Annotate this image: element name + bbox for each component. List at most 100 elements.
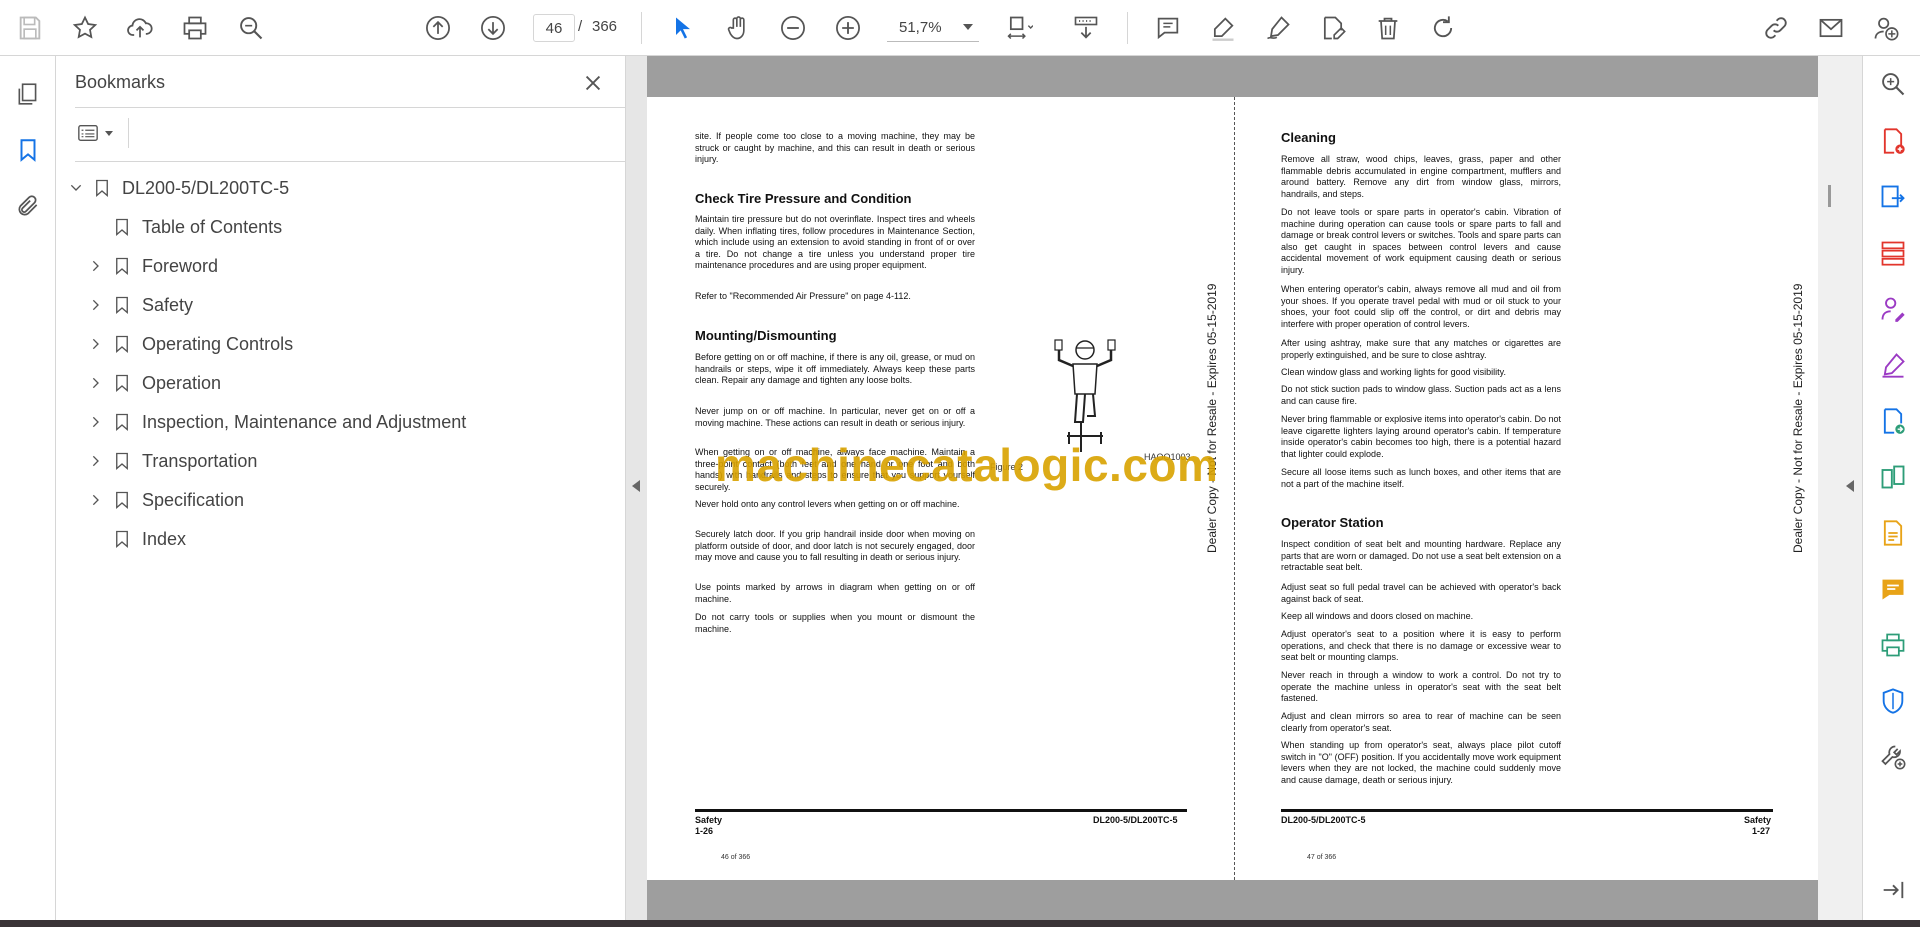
- toolbar-divider: [1127, 12, 1128, 44]
- comment-icon[interactable]: [1150, 10, 1186, 46]
- bookmark-item-operating-controls[interactable]: Operating Controls: [86, 327, 293, 361]
- comment-tool-icon[interactable]: [1877, 573, 1909, 605]
- print-icon[interactable]: [177, 10, 213, 46]
- protect-shield-icon[interactable]: [1877, 685, 1909, 717]
- bookmark-icon: [112, 215, 132, 239]
- chevron-down-icon[interactable]: [66, 178, 86, 198]
- add-user-icon[interactable]: [1868, 10, 1904, 46]
- compare-files-icon[interactable]: [1877, 461, 1909, 493]
- left-navigation-rail: [0, 56, 56, 920]
- scan-ocr-icon[interactable]: [1877, 517, 1909, 549]
- right-paragraph: Inspect condition of seat belt and mount…: [1281, 539, 1561, 572]
- vertical-scrollbar[interactable]: [1818, 56, 1862, 920]
- chevron-right-icon[interactable]: [86, 451, 106, 471]
- next-page-icon[interactable]: [475, 10, 511, 46]
- chevron-right-icon[interactable]: [86, 490, 106, 510]
- previous-page-icon[interactable]: [420, 10, 456, 46]
- fill-and-sign-icon[interactable]: [1877, 349, 1909, 381]
- scrollbar-thumb[interactable]: [1828, 185, 1831, 207]
- zoom-search-icon[interactable]: [233, 10, 269, 46]
- chevron-right-icon[interactable]: [86, 295, 106, 315]
- left-side-notice: Dealer Copy - Not for Resale - Expires 0…: [1205, 283, 1219, 553]
- right-paragraph: When entering operator's cabin, always r…: [1281, 284, 1561, 329]
- upload-cloud-icon[interactable]: [122, 10, 158, 46]
- share-link-icon[interactable]: [1758, 10, 1794, 46]
- bookmark-item-inspection[interactable]: Inspection, Maintenance and Adjustment: [86, 405, 466, 439]
- bookmark-item-safety[interactable]: Safety: [86, 288, 193, 322]
- attachment-icon[interactable]: [10, 188, 46, 224]
- zoom-in-icon[interactable]: [830, 10, 866, 46]
- page-number-input[interactable]: [533, 14, 575, 42]
- trash-icon[interactable]: [1370, 10, 1406, 46]
- edit-document-icon[interactable]: [1315, 10, 1351, 46]
- taskbar-edge: [0, 920, 1920, 927]
- bookmark-label: Foreword: [142, 255, 219, 276]
- bookmark-label: Safety: [142, 294, 194, 315]
- draw-signature-icon[interactable]: [1260, 10, 1296, 46]
- scroll-mode-icon[interactable]: [1068, 10, 1104, 46]
- zoom-search-icon[interactable]: [1877, 68, 1909, 100]
- bookmark-item-index[interactable]: Index: [86, 522, 186, 556]
- right-footer-page: 1-27: [1752, 826, 1771, 836]
- tools-rail: [1862, 56, 1920, 920]
- rotate-icon[interactable]: [1425, 10, 1461, 46]
- collapse-tools-icon[interactable]: [1877, 874, 1909, 906]
- bookmark-item-operation[interactable]: Operation: [86, 366, 221, 400]
- bookmark-item-foreword[interactable]: Foreword: [86, 249, 218, 283]
- right-heading-cleaning: Cleaning: [1281, 130, 1336, 145]
- right-paragraph: Adjust and clean mirrors so area to rear…: [1281, 711, 1561, 733]
- bookmark-panel-icon[interactable]: [10, 132, 46, 168]
- chevron-down-icon: [963, 24, 973, 30]
- right-paragraph: When standing up from operator's seat, a…: [1281, 740, 1561, 785]
- zoom-out-icon[interactable]: [775, 10, 811, 46]
- save-icon[interactable]: [12, 10, 48, 46]
- hand-tool-icon[interactable]: [720, 10, 756, 46]
- left-paragraph: Refer to "Recommended Air Pressure" on p…: [695, 291, 911, 301]
- organize-pages-icon[interactable]: [1877, 237, 1909, 269]
- toolbar-divider: [128, 118, 129, 148]
- bookmark-icon: [112, 371, 132, 395]
- star-icon[interactable]: [67, 10, 103, 46]
- bookmark-options-button[interactable]: [75, 118, 119, 148]
- request-signatures-icon[interactable]: [1877, 293, 1909, 325]
- print-production-icon[interactable]: [1877, 629, 1909, 661]
- chevron-right-icon[interactable]: [86, 373, 106, 393]
- export-pdf-icon[interactable]: [1877, 181, 1909, 213]
- email-icon[interactable]: [1813, 10, 1849, 46]
- left-footer-model: DL200-5/DL200TC-5: [1093, 815, 1178, 825]
- zoom-level-dropdown[interactable]: 51,7%: [887, 14, 979, 42]
- right-paragraph: Secure all loose items such as lunch box…: [1281, 467, 1561, 489]
- left-paragraph: Never hold onto any control levers when …: [695, 499, 960, 509]
- collapse-left-panel-icon[interactable]: [632, 480, 640, 492]
- panel-divider: [75, 161, 665, 162]
- bookmark-item-root[interactable]: DL200-5/DL200TC-5: [66, 171, 289, 205]
- chevron-right-icon[interactable]: [86, 256, 106, 276]
- page-separator: /: [578, 18, 583, 35]
- collapse-right-panel-icon[interactable]: [1846, 480, 1854, 492]
- bookmark-item-specification[interactable]: Specification: [86, 483, 244, 517]
- fit-page-icon[interactable]: [1001, 10, 1037, 46]
- close-panel-button[interactable]: [578, 68, 608, 98]
- right-paragraph: Never reach in through a window to work …: [1281, 670, 1561, 703]
- right-page-of: 47 of 366: [1307, 854, 1337, 861]
- highlight-pen-icon[interactable]: [1205, 10, 1241, 46]
- bookmark-item-table-of-contents[interactable]: Table of Contents: [86, 210, 282, 244]
- send-for-review-icon[interactable]: [1877, 405, 1909, 437]
- more-tools-icon[interactable]: [1877, 741, 1909, 773]
- close-icon: [585, 75, 601, 91]
- right-paragraph: Adjust seat so full pedal travel can be …: [1281, 582, 1561, 604]
- zoom-level-value: 51,7%: [899, 19, 942, 36]
- right-paragraph: Remove all straw, wood chips, leaves, gr…: [1281, 154, 1561, 199]
- chevron-right-icon[interactable]: [86, 412, 106, 432]
- right-side-notice: Dealer Copy - Not for Resale - Expires 0…: [1791, 283, 1805, 553]
- select-cursor-icon[interactable]: [665, 10, 701, 46]
- bookmark-label: Operation: [142, 372, 222, 393]
- page-thumbnails-icon[interactable]: [10, 76, 46, 112]
- bookmark-label: Specification: [142, 489, 245, 510]
- left-paragraph: Before getting on or off machine, if the…: [695, 352, 975, 385]
- create-pdf-icon[interactable]: [1877, 125, 1909, 157]
- left-footer-page: 1-26: [695, 826, 714, 836]
- bookmark-item-transportation[interactable]: Transportation: [86, 444, 257, 478]
- chevron-right-icon[interactable]: [86, 334, 106, 354]
